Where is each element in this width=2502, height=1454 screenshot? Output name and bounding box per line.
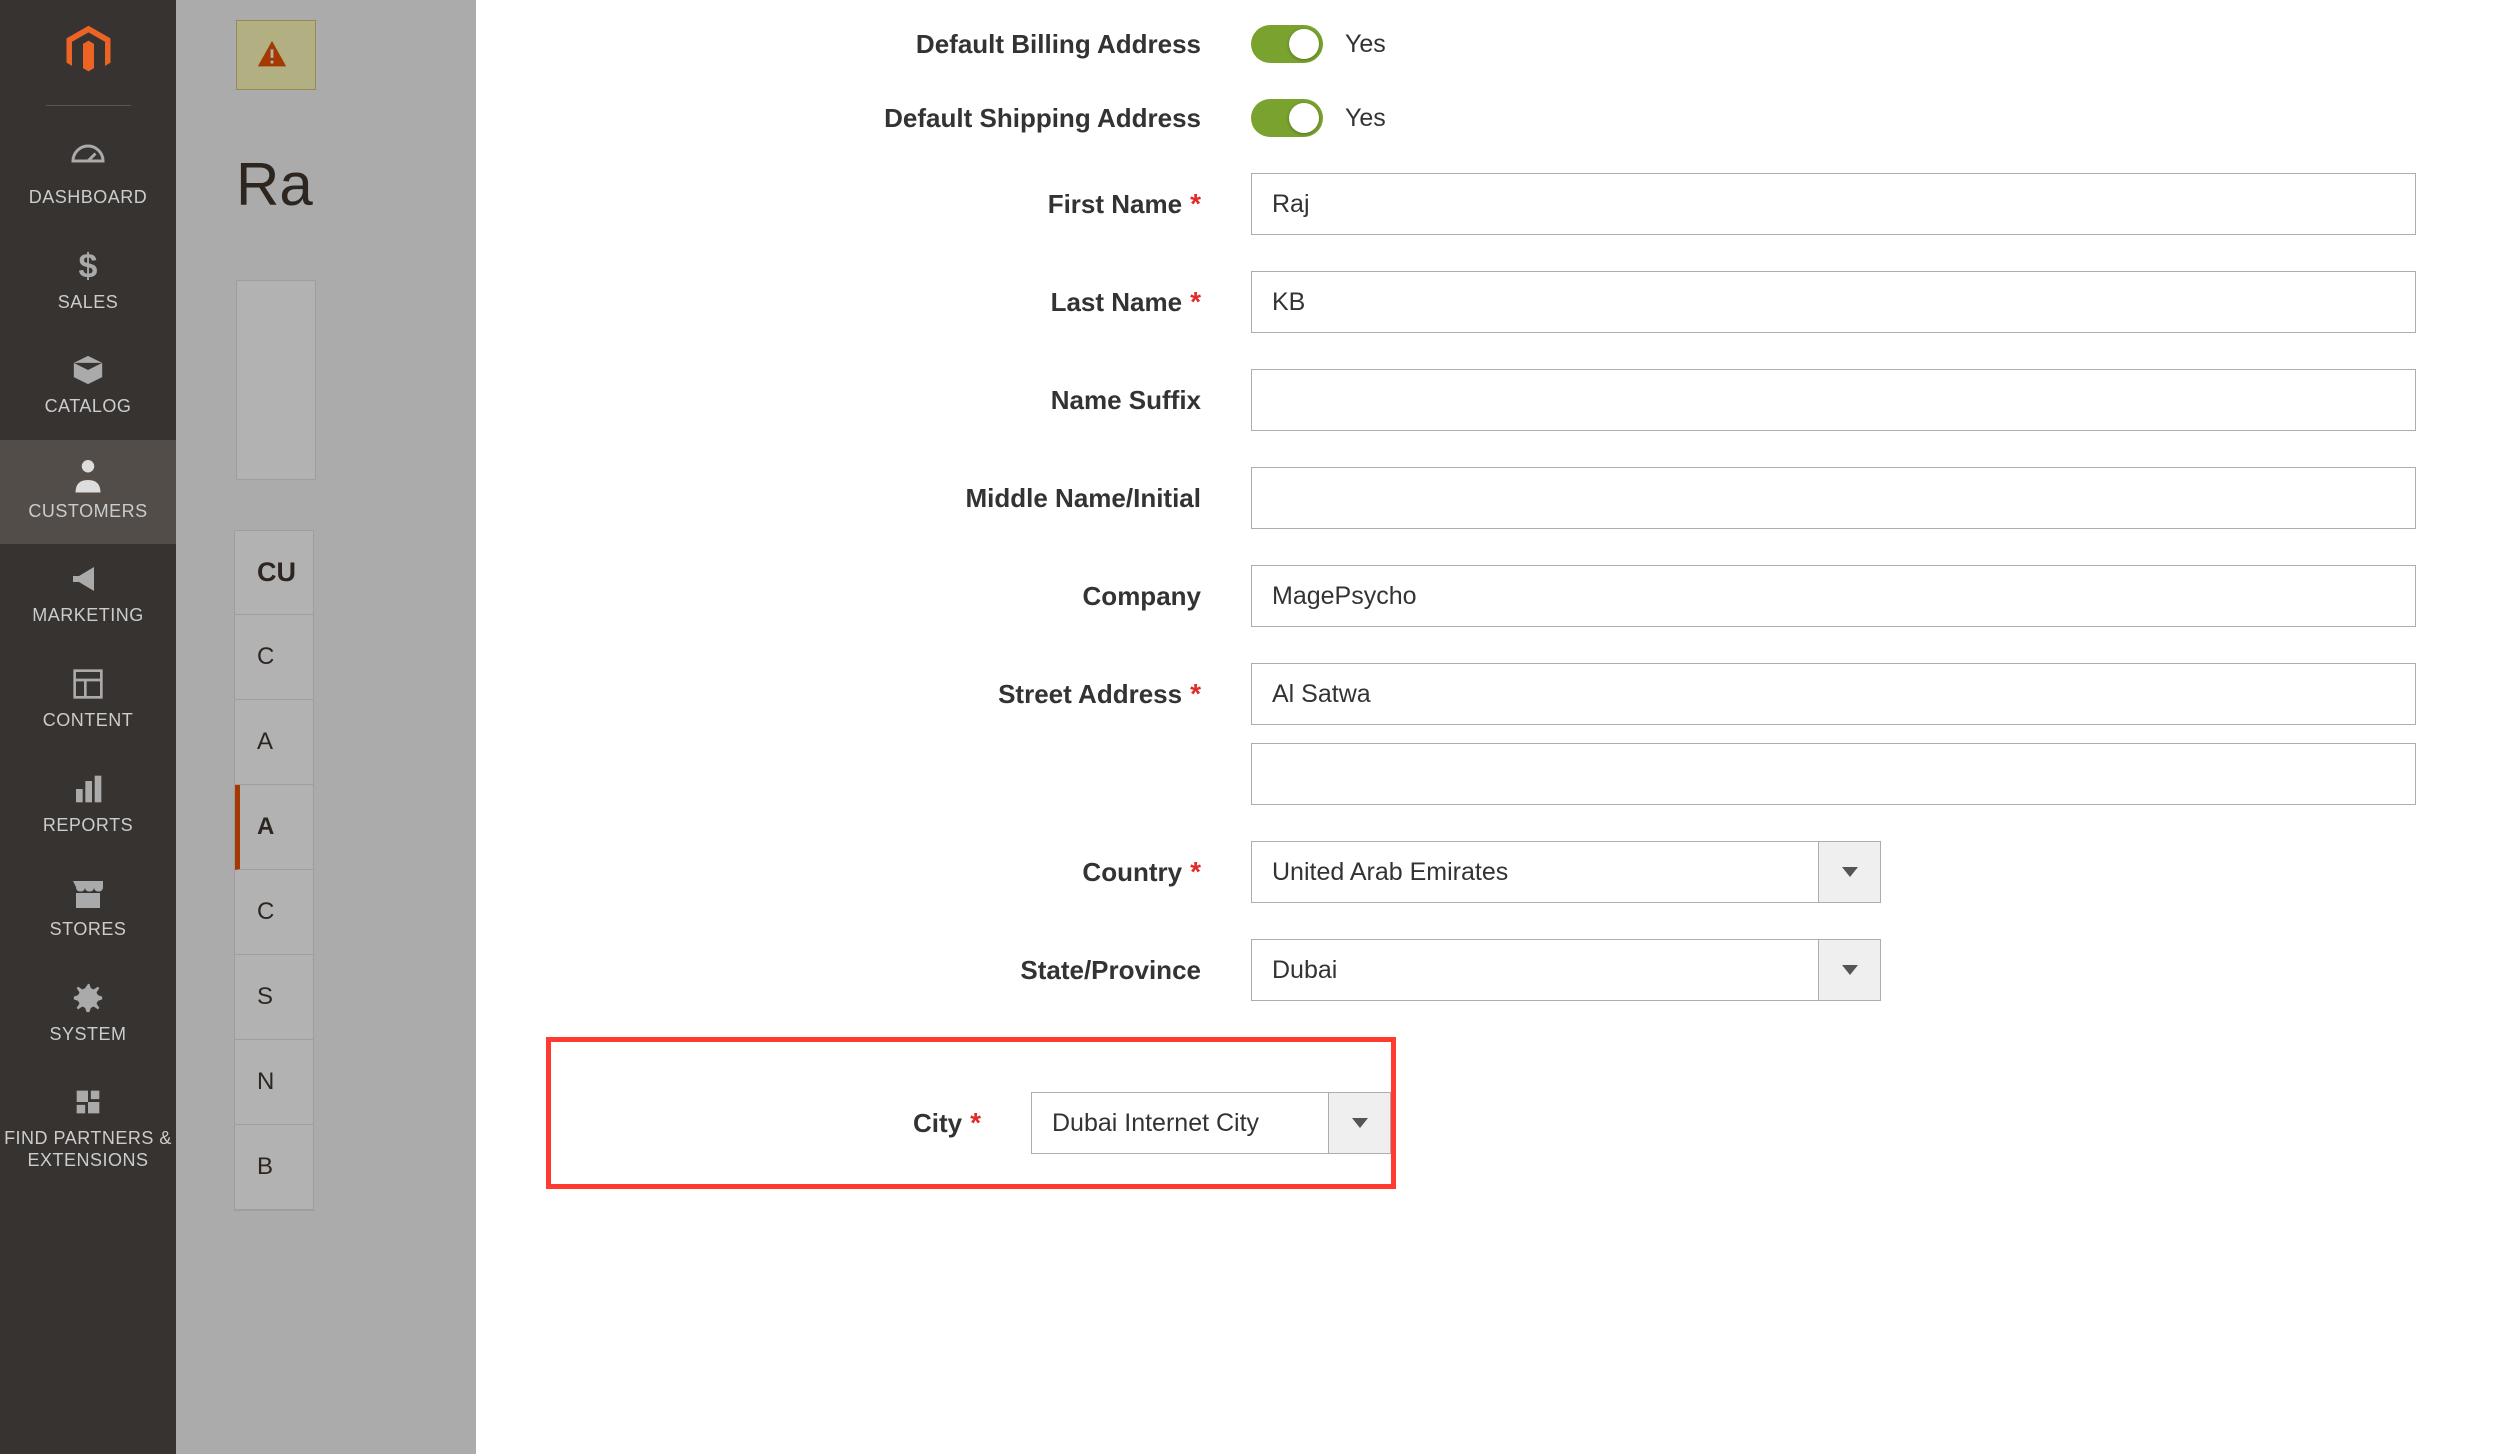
sidebar-item-stores[interactable]: STORES [0,858,176,963]
person-icon [68,455,108,495]
street-address-input-2[interactable] [1251,743,2416,805]
sidebar-item-label: MARKETING [32,605,144,627]
layout-icon [68,664,108,704]
default-shipping-label: Default Shipping Address [676,103,1251,134]
chevron-down-icon [1842,867,1858,877]
partners-icon [68,1082,108,1122]
sidebar-item-dashboard[interactable]: DASHBOARD [0,126,176,231]
city-label: City* [681,1107,1031,1139]
name-suffix-label: Name Suffix [676,385,1251,416]
address-edit-modal: Default Billing Address Yes Default Ship… [476,0,2502,1454]
sidebar-item-label: STORES [50,919,127,941]
bars-icon [68,769,108,809]
sidebar-item-customers[interactable]: CUSTOMERS [0,440,176,545]
sidebar-item-label: SALES [58,292,119,314]
sidebar-item-partners[interactable]: FIND PARTNERS & EXTENSIONS [0,1067,176,1193]
admin-sidebar: DASHBOARD $ SALES CATALOG CUSTOMERS [0,0,176,1454]
sidebar-item-catalog[interactable]: CATALOG [0,335,176,440]
default-billing-toggle[interactable] [1251,25,1323,63]
sidebar-item-label: SYSTEM [49,1024,126,1046]
sidebar-item-system[interactable]: SYSTEM [0,963,176,1068]
sidebar-item-label: REPORTS [43,815,133,837]
last-name-label: Last Name* [676,286,1251,318]
sidebar-divider [46,105,131,106]
country-select[interactable]: United Arab Emirates [1251,841,1881,903]
default-shipping-value: Yes [1345,104,1386,133]
chevron-down-icon [1842,965,1858,975]
gauge-icon [68,141,108,181]
state-select[interactable]: Dubai [1251,939,1881,1001]
default-billing-value: Yes [1345,30,1386,59]
first-name-label: First Name* [676,188,1251,220]
country-dropdown-button[interactable] [1819,841,1881,903]
city-dropdown-button[interactable] [1329,1092,1391,1154]
megaphone-icon [68,559,108,599]
sidebar-item-sales[interactable]: $ SALES [0,231,176,336]
city-value: Dubai Internet City [1031,1092,1329,1154]
last-name-input[interactable] [1251,271,2416,333]
sidebar-item-label: DASHBOARD [29,187,148,209]
svg-text:$: $ [79,249,98,283]
street-address-label: Street Address* [676,678,1251,710]
default-billing-label: Default Billing Address [676,29,1251,60]
street-address-input-1[interactable] [1251,663,2416,725]
city-highlight-annotation: City* Dubai Internet City [546,1037,1396,1189]
box-icon [68,350,108,390]
modal-overlay: Default Billing Address Yes Default Ship… [176,0,2502,1454]
first-name-input[interactable] [1251,173,2416,235]
middle-name-label: Middle Name/Initial [676,483,1251,514]
sidebar-item-label: CONTENT [43,710,134,732]
chevron-down-icon [1352,1118,1368,1128]
state-label: State/Province [676,955,1251,986]
sidebar-item-label: CUSTOMERS [28,501,147,523]
sidebar-item-label: CATALOG [45,396,132,418]
dollar-icon: $ [68,246,108,286]
sidebar-item-content[interactable]: CONTENT [0,649,176,754]
country-value: United Arab Emirates [1251,841,1819,903]
gear-icon [68,978,108,1018]
company-input[interactable] [1251,565,2416,627]
city-select[interactable]: Dubai Internet City [1031,1092,1391,1154]
country-label: Country* [676,856,1251,888]
sidebar-item-reports[interactable]: REPORTS [0,754,176,859]
default-shipping-toggle[interactable] [1251,99,1323,137]
name-suffix-input[interactable] [1251,369,2416,431]
middle-name-input[interactable] [1251,467,2416,529]
magento-logo[interactable] [58,20,118,80]
company-label: Company [676,581,1251,612]
state-value: Dubai [1251,939,1819,1001]
sidebar-item-marketing[interactable]: MARKETING [0,544,176,649]
state-dropdown-button[interactable] [1819,939,1881,1001]
storefront-icon [68,873,108,913]
sidebar-item-label: FIND PARTNERS & EXTENSIONS [0,1128,176,1171]
